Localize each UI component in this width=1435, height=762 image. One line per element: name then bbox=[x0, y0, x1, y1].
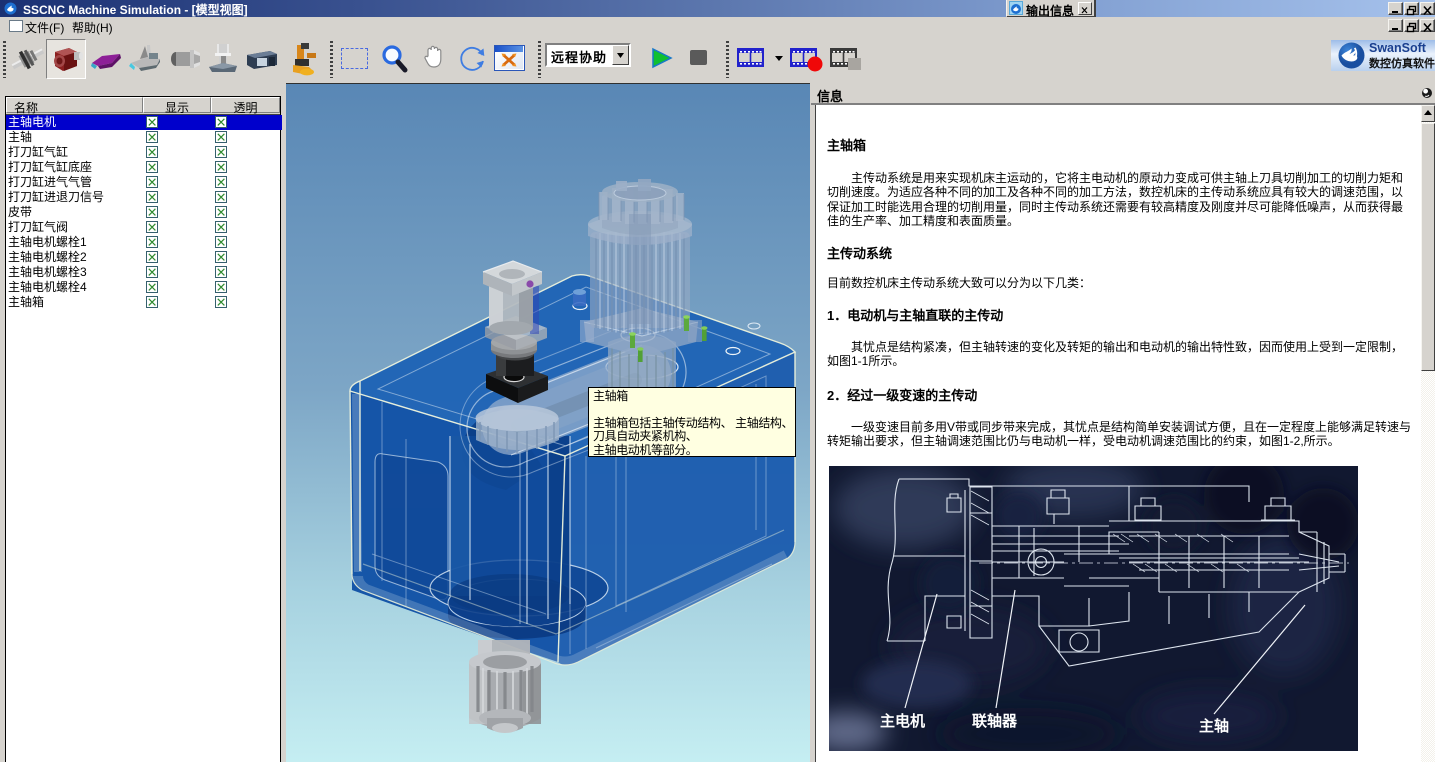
svg-text:主电机: 主电机 bbox=[880, 712, 925, 730]
svg-text:主轴: 主轴 bbox=[1199, 717, 1229, 735]
svg-text:联轴器: 联轴器 bbox=[972, 712, 1018, 730]
